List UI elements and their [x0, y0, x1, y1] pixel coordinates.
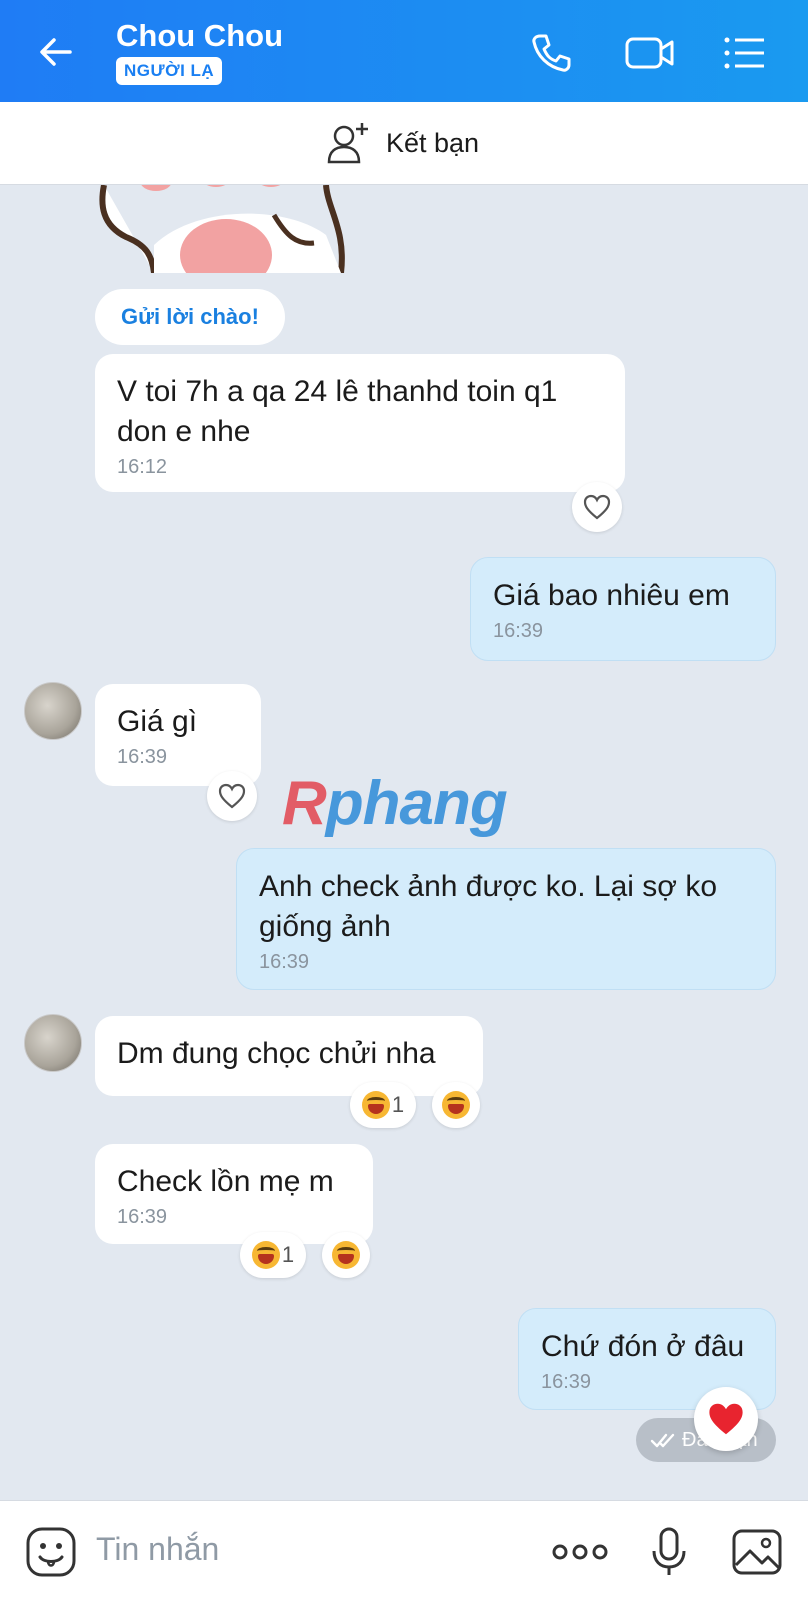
react-heart-button[interactable]: [694, 1387, 758, 1451]
add-reaction-button[interactable]: [432, 1082, 480, 1128]
add-friend-label: Kết bạn: [386, 127, 480, 158]
message-text: V toi 7h a qa 24 lê thanhd toin q1 don e…: [117, 375, 558, 448]
back-arrow-icon[interactable]: [34, 30, 78, 74]
message-time: 16:39: [117, 746, 168, 768]
more-options-icon[interactable]: [550, 1525, 610, 1579]
message-text: Dm đung chọc chửi nha: [117, 1037, 436, 1070]
reaction-count: 1: [391, 1092, 405, 1117]
phone-call-icon[interactable]: [528, 30, 574, 76]
message-composer: Tin nhắn: [0, 1500, 808, 1600]
contact-avatar[interactable]: [24, 1014, 82, 1072]
message-input[interactable]: Tin nhắn: [96, 1531, 219, 1568]
message-time: 16:39: [117, 1206, 168, 1228]
laughing-emoji-icon: [361, 1091, 390, 1119]
message-text: Chứ đón ở đâu: [541, 1330, 745, 1363]
message-bubble-outgoing[interactable]: Anh check ảnh được ko. Lại sợ ko giống ả…: [236, 848, 776, 990]
message-bubble-incoming[interactable]: Dm đung chọc chửi nha: [95, 1016, 483, 1096]
message-bubble-incoming[interactable]: V toi 7h a qa 24 lê thanhd toin q1 don e…: [95, 354, 625, 492]
message-text: Giá bao nhiêu em: [493, 579, 730, 612]
image-gallery-icon[interactable]: [730, 1525, 784, 1579]
contact-name[interactable]: Chou Chou: [116, 18, 283, 54]
reaction-count: 1: [281, 1242, 295, 1267]
watermark-rest: phang: [325, 769, 508, 838]
laughing-emoji-icon: [332, 1241, 360, 1269]
react-heart-button[interactable]: [572, 482, 622, 532]
message-text: Anh check ảnh được ko. Lại sợ ko giống ả…: [259, 870, 717, 943]
reaction-count-badge[interactable]: 1: [240, 1232, 306, 1278]
video-call-icon[interactable]: [624, 30, 676, 76]
message-time: 16:39: [493, 620, 544, 642]
heart-outline-icon: [583, 494, 611, 520]
add-user-icon: [327, 123, 368, 164]
add-friend-bar: Kết bạn: [0, 102, 808, 185]
microphone-icon[interactable]: [642, 1525, 696, 1579]
contact-avatar[interactable]: [24, 682, 82, 740]
stranger-badge: NGƯỜI LẠ: [116, 57, 223, 85]
sticker-emoji-icon[interactable]: [24, 1525, 78, 1579]
message-time: 16:12: [117, 456, 168, 478]
add-friend-button[interactable]: Kết bạn: [326, 120, 479, 166]
menu-list-icon[interactable]: [722, 30, 768, 76]
watermark-logo: Rphang: [282, 768, 508, 839]
message-bubble-outgoing[interactable]: Giá bao nhiêu em 16:39: [470, 557, 776, 661]
sticker-image[interactable]: [96, 185, 356, 273]
message-text: Check lồn mẹ m: [117, 1165, 334, 1198]
heart-filled-icon: [709, 1403, 743, 1435]
heart-outline-icon: [218, 783, 246, 809]
chat-header: Chou Chou NGƯỜI LẠ: [0, 0, 808, 102]
react-heart-button[interactable]: [207, 771, 257, 821]
send-greeting-button[interactable]: Gửi lời chào!: [95, 289, 285, 345]
laughing-emoji-icon: [442, 1091, 470, 1119]
message-time: 16:39: [259, 951, 310, 973]
message-bubble-incoming[interactable]: Check lồn mẹ m 16:39: [95, 1144, 373, 1244]
reaction-count-badge[interactable]: 1: [350, 1082, 416, 1128]
watermark-r: R: [282, 769, 327, 838]
double-check-icon: [650, 1433, 675, 1448]
add-reaction-button[interactable]: [322, 1232, 370, 1278]
laughing-emoji-icon: [251, 1241, 280, 1269]
message-text: Giá gì: [117, 705, 198, 738]
